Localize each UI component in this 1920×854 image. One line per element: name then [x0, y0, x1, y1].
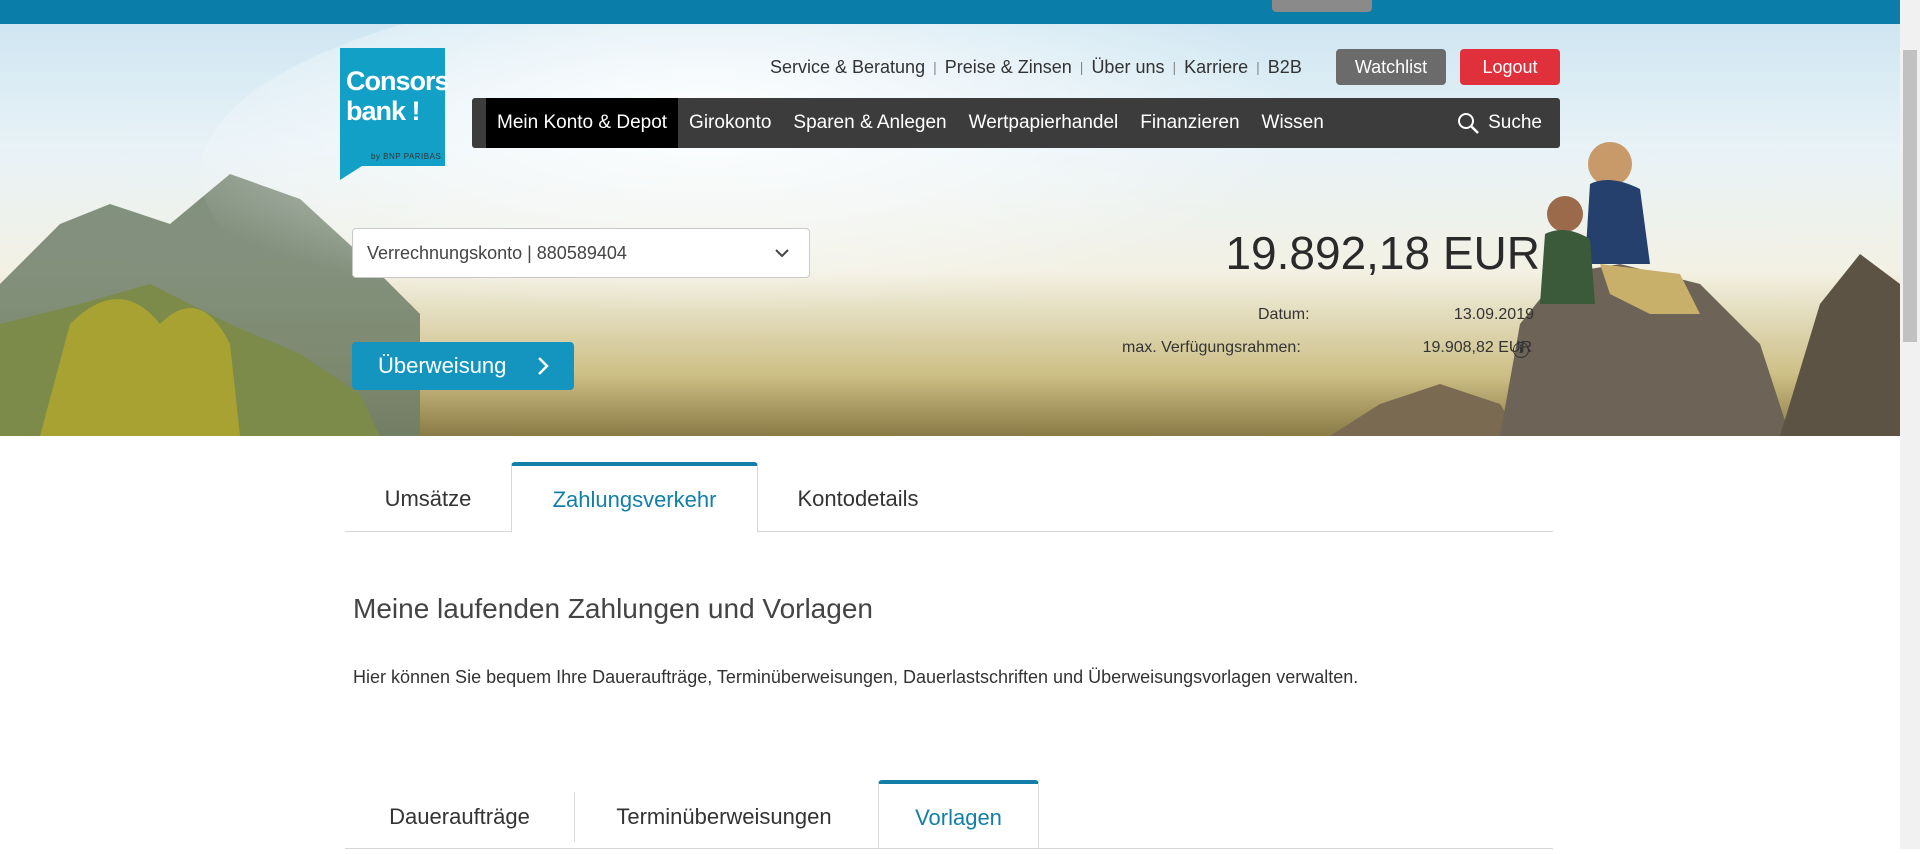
logo-subtitle: by BNP PARIBAS: [371, 152, 442, 161]
chevron-right-icon: [538, 357, 549, 375]
date-value: 13.09.2019: [1453, 306, 1534, 323]
link-b2b[interactable]: B2B: [1268, 57, 1302, 78]
subtab-dauerauftraege[interactable]: Daueraufträge: [345, 780, 574, 849]
watchlist-button[interactable]: Watchlist: [1336, 49, 1446, 85]
section-description: Hier können Sie bequem Ihre Daueraufträg…: [353, 667, 1359, 687]
nav-item-wissen[interactable]: Wissen: [1251, 98, 1335, 148]
subtab-terminueberweisungen[interactable]: Terminüberweisungen: [575, 780, 873, 849]
account-balance: 19.892,18 EUR: [1225, 227, 1540, 279]
search-icon: [1458, 113, 1480, 134]
payment-subtabs: Daueraufträge Terminüberweisungen Vorlag…: [345, 780, 1553, 849]
landscape-image: [0, 24, 1900, 436]
chevron-down-icon: [775, 249, 789, 258]
hero-banner: [0, 24, 1900, 436]
logo-text-line2: bank !: [346, 96, 421, 126]
link-separator: |: [1172, 59, 1177, 75]
link-separator: |: [1256, 59, 1260, 75]
info-icon[interactable]: i: [1513, 342, 1529, 358]
link-ueber-uns[interactable]: Über uns: [1091, 57, 1164, 78]
link-separator: |: [1079, 59, 1084, 75]
nav-item-sparen-anlegen[interactable]: Sparen & Anlegen: [782, 98, 957, 148]
account-tabs: Umsätze Zahlungsverkehr Kontodetails: [345, 462, 1553, 533]
nav-item-girokonto[interactable]: Girokonto: [678, 98, 782, 148]
limit-label: max. Verfügungsrahmen:: [1122, 339, 1301, 356]
main-navigation: Mein Konto & Depot Girokonto Sparen & An…: [472, 98, 1560, 148]
scrollbar-thumb[interactable]: [1903, 50, 1917, 342]
logo-text-line1: Consors: [346, 66, 450, 96]
section-title: Meine laufenden Zahlungen und Vorlagen: [353, 593, 873, 624]
link-karriere[interactable]: Karriere: [1184, 57, 1248, 78]
transfer-button[interactable]: Überweisung: [352, 342, 574, 390]
subtab-vorlagen[interactable]: Vorlagen: [878, 780, 1039, 849]
page-scrollbar[interactable]: [1900, 0, 1920, 849]
link-service-beratung[interactable]: Service & Beratung: [770, 57, 925, 78]
tab-kontodetails[interactable]: Kontodetails: [758, 462, 958, 532]
nav-item-finanzieren[interactable]: Finanzieren: [1129, 98, 1250, 148]
limit-value: 19.908,82 EUR: [1422, 339, 1532, 356]
search-label: Suche: [1488, 112, 1542, 133]
logo-speech-tail: [340, 166, 362, 180]
link-preise-zinsen[interactable]: Preise & Zinsen: [945, 57, 1072, 78]
service-links: Service & Beratung | Preise & Zinsen | Ü…: [770, 56, 1302, 78]
logout-button[interactable]: Logout: [1460, 49, 1560, 85]
date-label: Datum:: [1258, 306, 1310, 323]
nav-item-wertpapierhandel[interactable]: Wertpapierhandel: [958, 98, 1130, 148]
tab-zahlungsverkehr[interactable]: Zahlungsverkehr: [511, 462, 758, 533]
transfer-button-label: Überweisung: [378, 353, 507, 378]
top-bar-button[interactable]: [1272, 0, 1372, 12]
nav-item-mein-konto-depot[interactable]: Mein Konto & Depot: [486, 98, 679, 148]
search-button[interactable]: Suche: [1456, 98, 1560, 148]
tab-umsaetze[interactable]: Umsätze: [345, 462, 511, 532]
consorsbank-logo[interactable]: Consors bank !: [340, 48, 450, 166]
account-select[interactable]: Verrechnungskonto | 880589404: [352, 228, 810, 278]
link-separator: |: [933, 59, 937, 75]
account-select-value: Verrechnungskonto | 880589404: [367, 243, 627, 263]
top-notice-bar: [0, 0, 1900, 24]
